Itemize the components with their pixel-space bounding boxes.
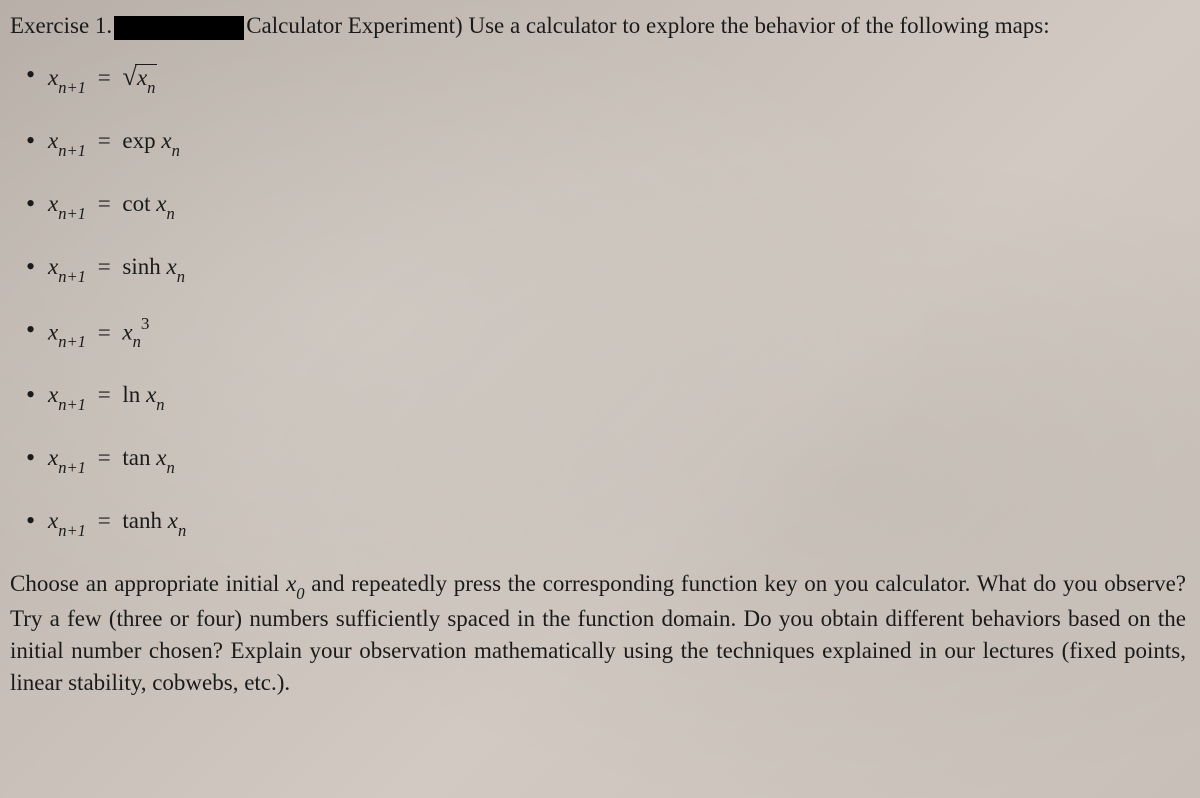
list-item: xn+1 = √xn [48, 59, 1186, 97]
list-item: xn+1 = exp xn [48, 125, 1186, 160]
x0-sub: 0 [296, 584, 304, 603]
list-item: xn+1 = tanh xn [48, 505, 1186, 540]
list-item: xn+1 = xn3 [48, 314, 1186, 352]
redacted-bar [114, 16, 244, 40]
exercise-header: Exercise 1. Calculator Experiment) Use a … [10, 10, 1186, 41]
map-list: xn+1 = √xn xn+1 = exp xn xn+1 = cot xn x… [10, 59, 1186, 540]
list-item: xn+1 = sinh xn [48, 251, 1186, 286]
footer-text: Choose an appropriate initial x0 and rep… [10, 568, 1186, 699]
list-item: xn+1 = cot xn [48, 188, 1186, 223]
title-paren: Calculator Experiment) [246, 13, 463, 38]
intro-text: Use a calculator to explore the behavior… [468, 13, 1049, 38]
exercise-number: Exercise 1. [10, 13, 112, 38]
footer-p1: Choose an appropriate initial [10, 571, 286, 596]
x0-var: x [286, 571, 296, 596]
list-item: xn+1 = ln xn [48, 379, 1186, 414]
list-item: xn+1 = tan xn [48, 442, 1186, 477]
